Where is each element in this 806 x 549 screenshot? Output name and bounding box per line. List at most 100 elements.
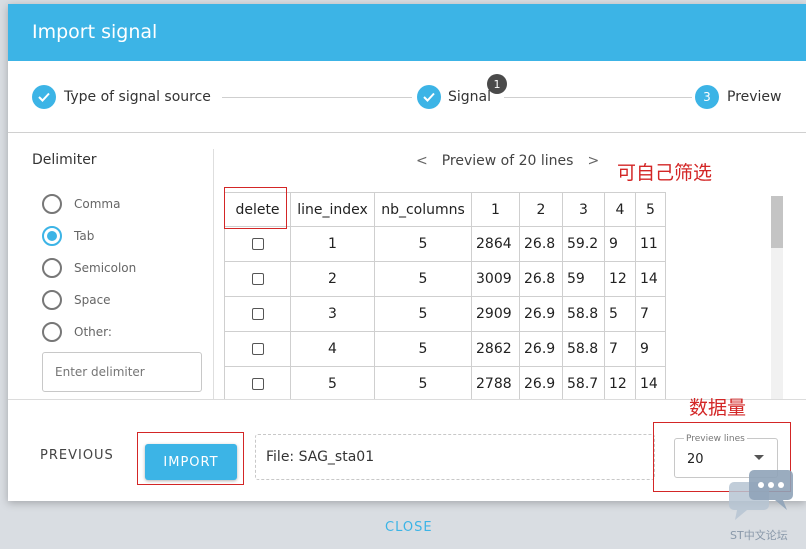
check-icon — [32, 85, 56, 109]
stepper: Type of signal source Signal 1 3 Preview — [8, 61, 806, 133]
delete-checkbox[interactable] — [251, 343, 264, 355]
delimiter-input[interactable] — [42, 352, 202, 392]
table-cell: 2 — [290, 261, 375, 297]
radio-label: Comma — [74, 197, 121, 211]
delete-cell — [224, 331, 291, 367]
table-cell: 5 — [604, 296, 636, 332]
radio-space[interactable]: Space — [42, 289, 111, 311]
annotation-filter-note: 可自己筛选 — [617, 162, 713, 184]
dialog-title: Import signal — [32, 21, 158, 43]
header-line-index: line_index — [290, 192, 375, 227]
table-cell: 2909 — [471, 296, 520, 332]
preview-title: Preview of 20 lines — [441, 153, 574, 169]
table-cell: 58.8 — [562, 331, 605, 367]
delete-cell — [224, 296, 291, 332]
radio-button[interactable] — [42, 226, 62, 246]
radio-tab[interactable]: Tab — [42, 225, 94, 247]
table-cell: 1 — [290, 226, 375, 262]
table-cell: 26.9 — [519, 296, 563, 332]
table-cell: 5 — [374, 331, 472, 367]
table-cell: 2864 — [471, 226, 520, 262]
radio-label: Other: — [74, 325, 112, 339]
table-row: 2 5 3009 26.8 59 12 14 — [224, 261, 666, 297]
preview-table: delete line_index nb_columns 1 2 3 4 5 1… — [224, 192, 666, 399]
delete-checkbox[interactable] — [251, 238, 264, 250]
step-label-signal[interactable]: Signal — [448, 89, 491, 105]
radio-label: Tab — [74, 229, 95, 243]
table-cell: 12 — [604, 366, 636, 399]
table-cell: 2788 — [471, 366, 520, 399]
radio-semicolon[interactable]: Semicolon — [42, 257, 136, 279]
delete-cell — [224, 226, 291, 262]
radio-button[interactable] — [42, 194, 62, 214]
annotation-box-import — [137, 432, 244, 485]
check-icon — [417, 85, 441, 109]
header-col-1: 1 — [471, 192, 520, 227]
table-scrollbar[interactable] — [771, 196, 783, 399]
dialog-header: Import signal — [8, 4, 806, 61]
step-badge: 1 — [487, 74, 507, 94]
table-header-row: delete line_index nb_columns 1 2 3 4 5 — [224, 192, 666, 227]
table-row: 4 5 2862 26.9 58.8 7 9 — [224, 331, 666, 367]
close-button[interactable]: CLOSE — [385, 520, 433, 535]
radio-button[interactable] — [42, 290, 62, 310]
table-cell: 9 — [604, 226, 636, 262]
table-cell: 7 — [635, 296, 666, 332]
delete-checkbox[interactable] — [251, 308, 264, 320]
table-cell: 58.8 — [562, 296, 605, 332]
step-label-source[interactable]: Type of signal source — [64, 89, 211, 105]
delete-checkbox[interactable] — [251, 273, 264, 285]
table-cell: 9 — [635, 331, 666, 367]
table-cell: 5 — [374, 261, 472, 297]
radio-button[interactable] — [42, 258, 62, 278]
header-col-5: 5 — [635, 192, 666, 227]
header-col-2: 2 — [519, 192, 563, 227]
table-cell: 5 — [374, 366, 472, 399]
scroll-thumb[interactable] — [771, 196, 783, 248]
header-col-4: 4 — [604, 192, 636, 227]
chevron-right-icon[interactable]: > — [587, 153, 599, 169]
table-cell: 2862 — [471, 331, 520, 367]
header-nb-columns: nb_columns — [374, 192, 472, 227]
step-number-icon: 3 — [695, 85, 719, 109]
step-connector — [504, 97, 692, 98]
table-cell: 7 — [604, 331, 636, 367]
table-cell: 59.2 — [562, 226, 605, 262]
step-label-preview[interactable]: Preview — [727, 89, 782, 105]
header-col-3: 3 — [562, 192, 605, 227]
preview-nav: < Preview of 20 lines > — [416, 151, 599, 171]
step-connector — [222, 97, 412, 98]
annotation-box-delete — [224, 187, 287, 229]
delete-checkbox[interactable] — [251, 378, 264, 390]
previous-button[interactable]: PREVIOUS — [40, 448, 114, 463]
table-row: 1 5 2864 26.8 59.2 9 11 — [224, 226, 666, 262]
chevron-left-icon[interactable]: < — [416, 153, 428, 169]
table-cell: 5 — [290, 366, 375, 399]
table-cell: 26.8 — [519, 261, 563, 297]
table-cell: 26.8 — [519, 226, 563, 262]
footer-divider — [8, 399, 806, 400]
table-cell: 5 — [374, 226, 472, 262]
panel-divider — [213, 149, 214, 399]
table-cell: 12 — [604, 261, 636, 297]
file-name: File: SAG_sta01 — [266, 449, 375, 465]
radio-label: Semicolon — [74, 261, 137, 275]
delete-cell — [224, 261, 291, 297]
preview-table-container[interactable]: delete line_index nb_columns 1 2 3 4 5 1… — [224, 192, 670, 399]
radio-other[interactable]: Other: — [42, 321, 112, 343]
table-row: 5 5 2788 26.9 58.7 12 14 — [224, 366, 666, 399]
table-cell: 26.9 — [519, 366, 563, 399]
annotation-count-note: 数据量 — [689, 397, 747, 419]
radio-button[interactable] — [42, 322, 62, 342]
radio-comma[interactable]: Comma — [42, 193, 120, 215]
table-cell: 14 — [635, 261, 666, 297]
table-cell: 3009 — [471, 261, 520, 297]
watermark-text: ST中文论坛 — [730, 529, 788, 542]
table-cell: 3 — [290, 296, 375, 332]
delimiter-title: Delimiter — [32, 152, 97, 168]
table-cell: 58.7 — [562, 366, 605, 399]
radio-label: Space — [74, 293, 111, 307]
table-cell: 5 — [374, 296, 472, 332]
table-cell: 26.9 — [519, 331, 563, 367]
table-row: 3 5 2909 26.9 58.8 5 7 — [224, 296, 666, 332]
